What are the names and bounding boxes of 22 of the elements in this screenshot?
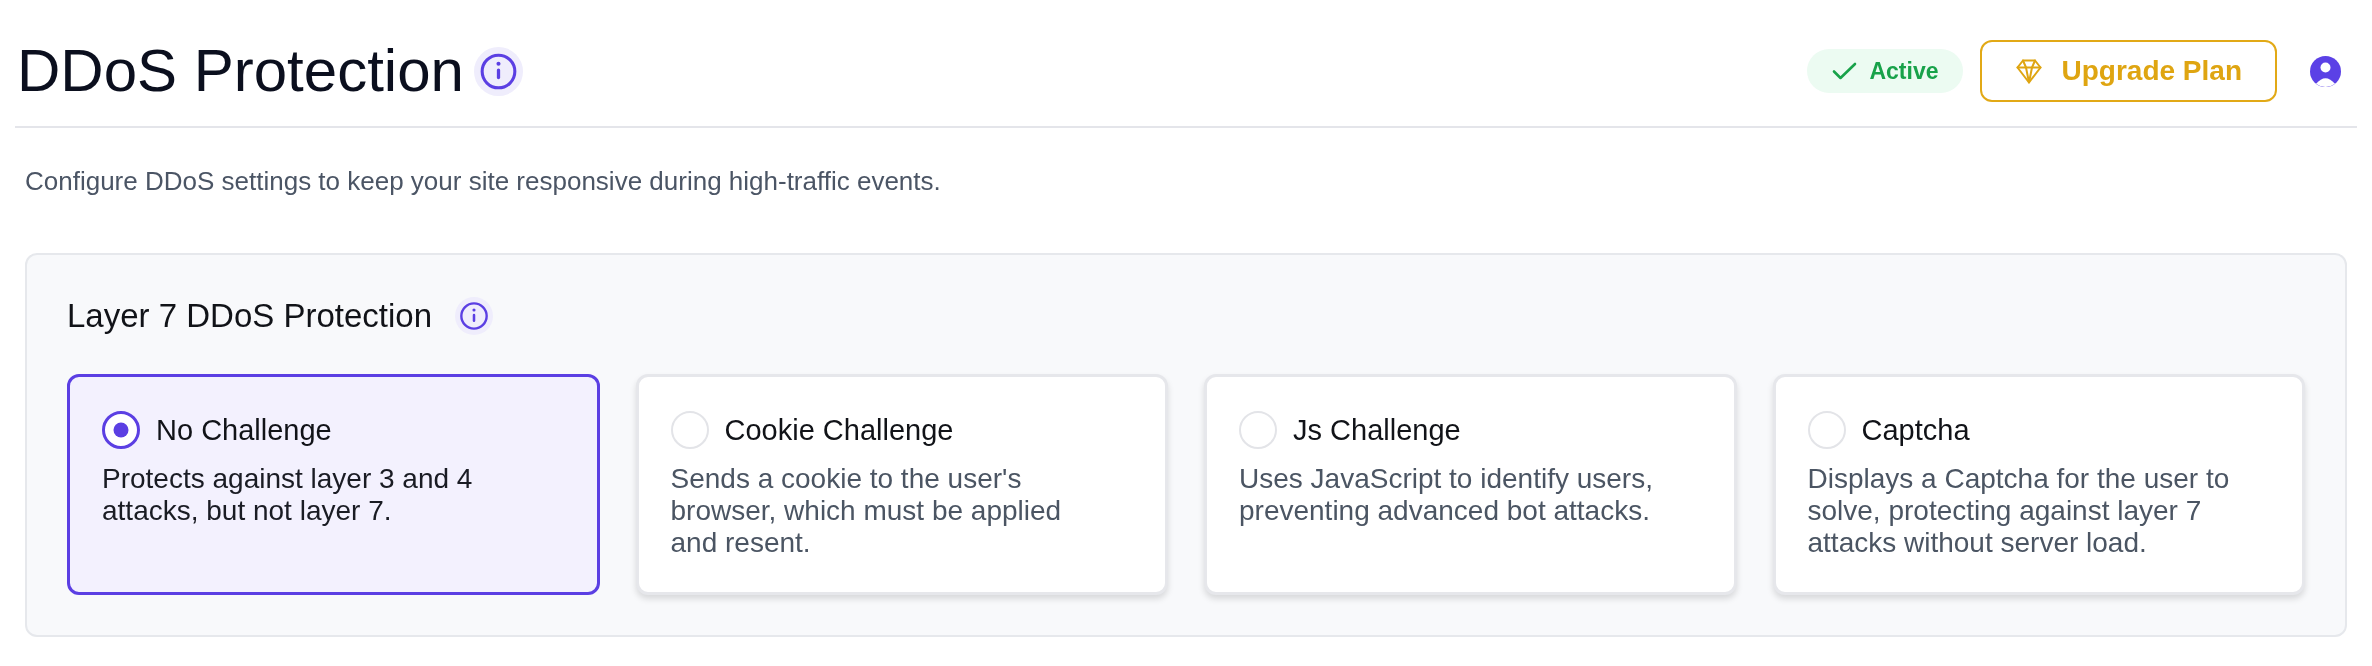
page-title: DDoS Protection xyxy=(16,36,464,106)
option-title: Captcha xyxy=(1861,413,1970,448)
option-description: Protects against layer 3 and 4 attacks, but not layer 7. xyxy=(102,463,474,527)
option-title: No Challenge xyxy=(156,413,332,448)
option-description: Uses JavaScript to identify users, preventing advanced bot attacks. xyxy=(1239,463,1654,527)
info-icon[interactable] xyxy=(455,297,493,335)
avatar-icon[interactable] xyxy=(2310,55,2341,87)
info-icon[interactable] xyxy=(473,46,523,96)
status-label: Active xyxy=(1869,59,1939,83)
option-title: Js Challenge xyxy=(1293,413,1461,448)
option-description: Sends a cookie to the user's browser, which must be applied and resent. xyxy=(670,463,1063,559)
option-card[interactable]: Js Challenge Uses JavaScript to identify users, preventing advanced bot attacks. xyxy=(1204,374,1737,595)
radio-icon[interactable] xyxy=(102,411,140,449)
option-card[interactable]: No Challenge Protects against layer 3 and 4 attacks, but not layer 7. xyxy=(67,374,600,595)
diamond-icon xyxy=(2015,58,2042,84)
section-title: Layer 7 DDoS Protection xyxy=(67,296,432,336)
option-title: Cookie Challenge xyxy=(724,413,954,448)
option-card[interactable]: Captcha Displays a Captcha for the user to solve, protecting against layer 7 attacks without server load. xyxy=(1772,374,2305,595)
option-card[interactable]: Cookie Challenge Sends a cookie to the user's browser, which must be applied and resent. xyxy=(635,374,1168,595)
check-icon xyxy=(1832,62,1858,80)
page-description: Configure DDoS settings to keep your site responsive during high-traffic events. xyxy=(25,165,942,198)
option-description: Displays a Captcha for the user to solve, protecting against layer 7 attacks without server load. xyxy=(1807,463,2231,559)
